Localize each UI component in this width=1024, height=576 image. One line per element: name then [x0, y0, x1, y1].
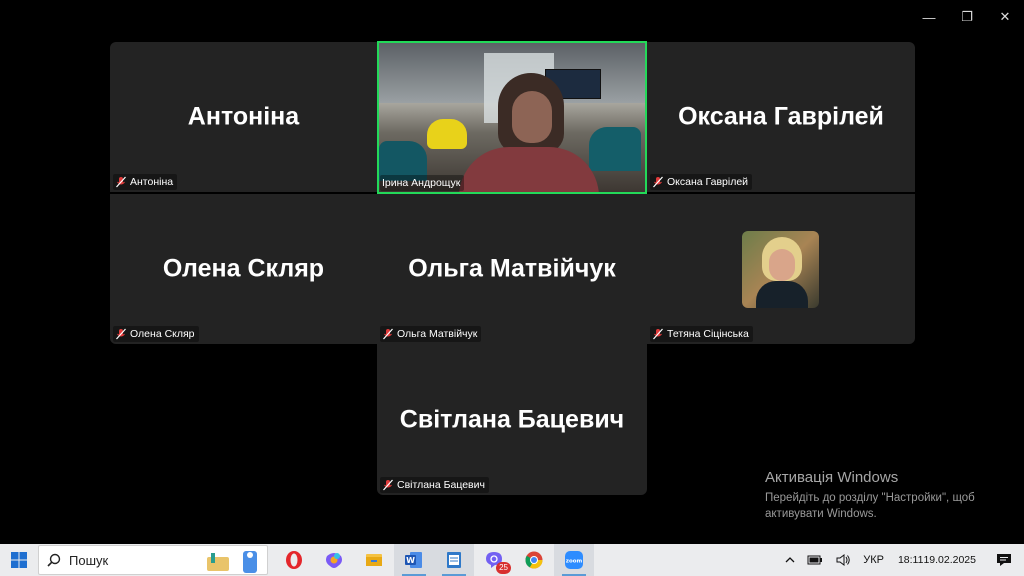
- activation-title: Активація Windows: [765, 469, 899, 486]
- activation-line: Перейдіть до розділу "Настройки", щоб: [765, 492, 975, 504]
- participant-label: Тетяна Сіцінська: [650, 326, 753, 342]
- taskbar: W 25 zoom УКР 18:11 19.02.2025: [0, 544, 1024, 576]
- viber-icon[interactable]: 25: [474, 544, 514, 576]
- search-icon: [47, 553, 61, 567]
- windows-logo-icon: [11, 552, 27, 568]
- participant-display-name: Олена Скляр: [162, 254, 325, 283]
- mic-muted-icon: [115, 328, 127, 340]
- start-button[interactable]: [0, 544, 38, 576]
- clock-time: 18:11: [897, 553, 924, 566]
- participant-label: Олена Скляр: [113, 326, 199, 342]
- participant-name: Антоніна: [130, 176, 174, 188]
- mic-muted-icon: [115, 176, 127, 188]
- participant-display-name: Світлана Бацевич: [399, 405, 625, 433]
- participant-label: Світлана Бацевич: [380, 477, 489, 493]
- participant-label: Оксана Гаврілей: [650, 174, 753, 190]
- word-icon[interactable]: W: [394, 544, 434, 576]
- volume-icon[interactable]: [829, 544, 857, 576]
- participant-name: Ірина Андрощук: [382, 177, 461, 189]
- tray-overflow-chevron-icon[interactable]: [779, 544, 801, 576]
- participant-name: Олена Скляр: [130, 328, 195, 340]
- mic-muted-icon: [382, 328, 394, 340]
- mic-muted-icon: [652, 176, 664, 188]
- taskbar-apps: W 25 zoom: [274, 544, 594, 576]
- avatar: [742, 231, 819, 308]
- activation-line: активувати Windows.: [765, 508, 877, 520]
- windows-activation-watermark: Активація Windows Перейдіть до розділу "…: [765, 469, 1020, 522]
- participant-label: Ірина Андрощук: [380, 175, 465, 191]
- battery-icon[interactable]: [801, 544, 829, 576]
- mic-muted-icon: [382, 479, 394, 491]
- zoom-icon[interactable]: zoom: [554, 544, 594, 576]
- participant-label: Антоніна: [113, 174, 178, 190]
- participant-name: Світлана Бацевич: [397, 479, 485, 491]
- gallery-view: Антоніна Антоніна Ірина Андрощук Оксана …: [0, 0, 1024, 544]
- viber-unread-badge: 25: [496, 562, 511, 574]
- search-highlight-illustration: [207, 551, 257, 573]
- participant-tile[interactable]: Олена Скляр Олена Скляр: [110, 194, 377, 344]
- input-language[interactable]: УКР: [857, 544, 890, 576]
- clock-date: 19.02.2025: [923, 553, 976, 566]
- participant-tile[interactable]: Оксана Гаврілей Оксана Гаврілей: [647, 42, 915, 192]
- participant-display-name: Ольга Матвійчук: [408, 254, 616, 283]
- notifications-icon[interactable]: [984, 544, 1024, 576]
- system-tray: УКР 18:11 19.02.2025: [779, 544, 1024, 576]
- search-input[interactable]: [69, 552, 209, 568]
- clock[interactable]: 18:11 19.02.2025: [890, 544, 984, 576]
- svg-text:zoom: zoom: [566, 559, 583, 565]
- participant-tile-active-speaker[interactable]: Ірина Андрощук: [377, 41, 647, 194]
- participant-tile[interactable]: Ольга Матвійчук Ольга Матвійчук: [377, 194, 647, 344]
- notepad-icon[interactable]: [434, 544, 474, 576]
- participant-tile[interactable]: Антоніна Антоніна: [110, 42, 377, 192]
- participant-label: Ольга Матвійчук: [380, 326, 482, 342]
- participant-name: Тетяна Сіцінська: [667, 328, 749, 340]
- file-explorer-icon[interactable]: [354, 544, 394, 576]
- participant-tile[interactable]: Світлана Бацевич Світлана Бацевич: [377, 344, 647, 495]
- participant-tile[interactable]: Тетяна Сіцінська: [647, 194, 915, 344]
- mic-muted-icon: [652, 328, 664, 340]
- participant-name: Ольга Матвійчук: [397, 328, 478, 340]
- participant-display-name: Оксана Гаврілей: [678, 102, 884, 131]
- taskbar-search[interactable]: [38, 545, 268, 575]
- participant-name: Оксана Гаврілей: [667, 176, 749, 188]
- svg-text:W: W: [406, 556, 415, 565]
- chrome-icon[interactable]: [514, 544, 554, 576]
- copilot-icon[interactable]: [314, 544, 354, 576]
- participant-display-name: Антоніна: [187, 102, 300, 131]
- opera-icon[interactable]: [274, 544, 314, 576]
- participant-video: [379, 43, 645, 192]
